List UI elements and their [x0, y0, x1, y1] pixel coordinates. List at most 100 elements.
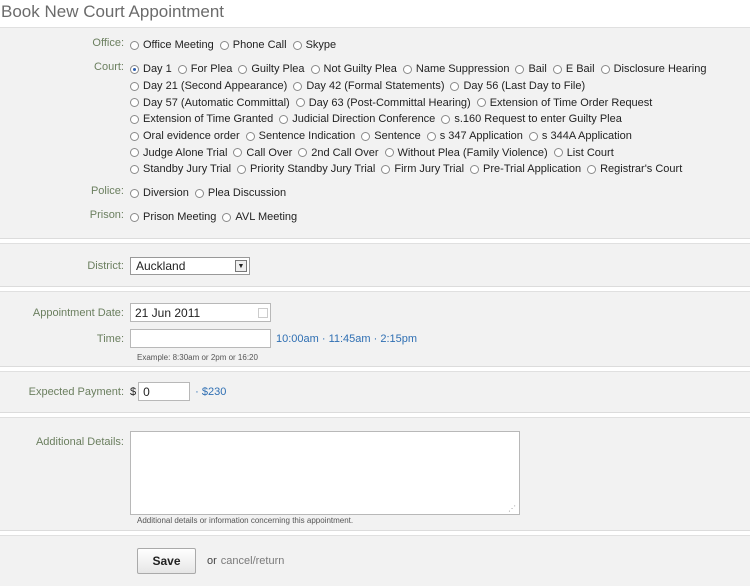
appointment-date-label: Appointment Date: [32, 306, 124, 319]
radio-option-list-court[interactable]: List Court [553, 146, 614, 159]
radio-option-day-57-automatic-committal[interactable]: Day 57 (Automatic Committal) [130, 97, 290, 109]
radio-option-extension-of-time-order-request[interactable]: Extension of Time Order Request [476, 97, 652, 109]
radio-button[interactable] [292, 40, 302, 50]
payment-suggestion-link[interactable]: · $230 [195, 386, 226, 398]
radio-option-day-42-formal-statements[interactable]: Day 42 (Formal Statements) [293, 80, 444, 92]
radio-button[interactable] [384, 148, 394, 158]
radio-button[interactable] [298, 148, 308, 158]
radio-button[interactable] [470, 164, 480, 174]
radio-option-priority-standby-jury-trial[interactable]: Priority Standby Jury Trial [237, 163, 375, 175]
radio-option-extension-of-time-granted[interactable]: Extension of Time Granted [130, 113, 273, 125]
radio-option-prison-meeting[interactable]: Prison Meeting [130, 211, 216, 223]
police-options: Diversion Plea Discussion [130, 185, 750, 202]
resize-handle-icon[interactable]: ⋰ [508, 504, 516, 513]
radio-button[interactable] [426, 131, 436, 141]
radio-option-day-21-second-appearance[interactable]: Day 21 (Second Appearance) [130, 80, 287, 92]
radio-option-e-bail[interactable]: E Bail [552, 63, 595, 75]
radio-option-pre-trial-application[interactable]: Pre-Trial Application [470, 163, 581, 175]
radio-button[interactable] [552, 64, 562, 74]
radio-button[interactable] [130, 148, 139, 158]
radio-button[interactable] [130, 188, 139, 198]
radio-option-sentence[interactable]: Sentence [361, 130, 421, 142]
radio-button[interactable] [194, 188, 204, 198]
radio-option-for-plea[interactable]: For Plea [177, 63, 232, 75]
radio-button[interactable] [361, 131, 371, 141]
radio-button[interactable] [293, 81, 303, 91]
radio-option-call-over[interactable]: Call Over [233, 147, 292, 159]
radio-option-day-56-last-day-to-file[interactable]: Day 56 (Last Day to File) [450, 80, 585, 92]
radio-option-guilty-plea[interactable]: Guilty Plea [238, 63, 305, 75]
radio-button[interactable] [130, 40, 139, 50]
radio-option-not-guilty-plea[interactable]: Not Guilty Plea [310, 63, 397, 76]
radio-option-office-meeting[interactable]: Office Meeting [130, 39, 214, 51]
calendar-icon[interactable] [258, 307, 268, 318]
details-textarea[interactable]: ⋰ [130, 431, 520, 515]
chevron-down-icon[interactable]: ▼ [235, 260, 247, 272]
court-options-line: Extension of Time Granted Judicial Direct… [130, 111, 750, 128]
radio-option-registrar-s-court[interactable]: Registrar's Court [587, 163, 682, 175]
radio-option-judge-alone-trial[interactable]: Judge Alone Trial [130, 147, 227, 159]
radio-option-firm-jury-trial[interactable]: Firm Jury Trial [381, 163, 464, 175]
time-label: Time: [96, 332, 124, 345]
radio-label: 2nd Call Over [311, 146, 379, 159]
radio-button[interactable] [130, 114, 139, 124]
radio-button[interactable] [587, 164, 597, 174]
district-select[interactable]: Auckland ▼ [130, 257, 250, 275]
radio-button[interactable] [402, 64, 412, 74]
radio-option-day-63-post-committal-hearing[interactable]: Day 63 (Post-Committal Hearing) [295, 97, 471, 109]
radio-option-disclosure-hearing[interactable]: Disclosure Hearing [600, 63, 707, 75]
quick-time-links[interactable]: 10:00am · 11:45am · 2:15pm [276, 333, 417, 345]
radio-button[interactable] [279, 114, 289, 124]
radio-option-day-1[interactable]: Day 1 [130, 63, 172, 75]
radio-label: List Court [566, 146, 614, 159]
radio-button[interactable] [528, 131, 538, 141]
radio-button[interactable] [130, 81, 139, 91]
radio-button[interactable] [441, 114, 451, 124]
radio-button[interactable] [130, 131, 139, 141]
radio-option-2nd-call-over[interactable]: 2nd Call Over [298, 146, 379, 159]
radio-option-s-347-application[interactable]: s 347 Application [426, 130, 523, 142]
radio-button[interactable] [233, 148, 243, 158]
radio-option-judicial-direction-conference[interactable]: Judicial Direction Conference [279, 113, 435, 125]
radio-option-sentence-indication[interactable]: Sentence Indication [245, 130, 355, 142]
office-options: Office Meeting Phone Call Skype [130, 37, 750, 54]
radio-button[interactable] [177, 64, 187, 74]
radio-button[interactable] [130, 64, 139, 74]
payment-input[interactable]: 0 [138, 382, 191, 401]
radio-option-bail[interactable]: Bail [515, 63, 547, 75]
radio-option-standby-jury-trial[interactable]: Standby Jury Trial [130, 163, 231, 175]
radio-option-name-suppression[interactable]: Name Suppression [402, 63, 509, 75]
appointment-date-field[interactable]: 21 Jun 2011 [130, 303, 271, 322]
radio-label: s 344A Application [541, 130, 632, 143]
court-options: Day 1 For Plea Guilty Plea Not Guilty Plea N… [130, 61, 750, 178]
radio-option-s-344a-application[interactable]: s 344A Application [528, 130, 632, 143]
radio-button[interactable] [476, 98, 486, 108]
radio-button[interactable] [295, 98, 305, 108]
radio-option-skype[interactable]: Skype [292, 39, 336, 51]
radio-option-diversion[interactable]: Diversion [130, 187, 189, 199]
radio-button[interactable] [515, 64, 525, 74]
radio-button[interactable] [130, 212, 139, 222]
radio-option-without-plea-family-violence[interactable]: Without Plea (Family Violence) [384, 147, 548, 159]
radio-button[interactable] [381, 164, 391, 174]
radio-button[interactable] [237, 164, 247, 174]
radio-button[interactable] [238, 64, 248, 74]
radio-button[interactable] [600, 64, 610, 74]
radio-option-s-160-request-to-enter-guilty-plea[interactable]: s.160 Request to enter Guilty Plea [441, 113, 622, 125]
radio-button[interactable] [553, 148, 563, 158]
radio-button[interactable] [219, 40, 229, 50]
cancel-link[interactable]: cancel/return [221, 555, 285, 567]
time-input[interactable] [130, 329, 271, 348]
radio-option-avl-meeting[interactable]: AVL Meeting [222, 211, 297, 223]
radio-button[interactable] [450, 81, 460, 91]
radio-option-oral-evidence-order[interactable]: Oral evidence order [130, 130, 240, 142]
radio-button[interactable] [222, 212, 232, 222]
save-button[interactable]: Save [137, 548, 196, 574]
radio-button[interactable] [130, 98, 139, 108]
radio-option-phone-call[interactable]: Phone Call [219, 39, 287, 51]
radio-label: Not Guilty Plea [323, 63, 397, 76]
radio-button[interactable] [245, 131, 255, 141]
radio-option-plea-discussion[interactable]: Plea Discussion [194, 187, 286, 199]
radio-button[interactable] [130, 164, 139, 174]
radio-button[interactable] [310, 64, 320, 74]
